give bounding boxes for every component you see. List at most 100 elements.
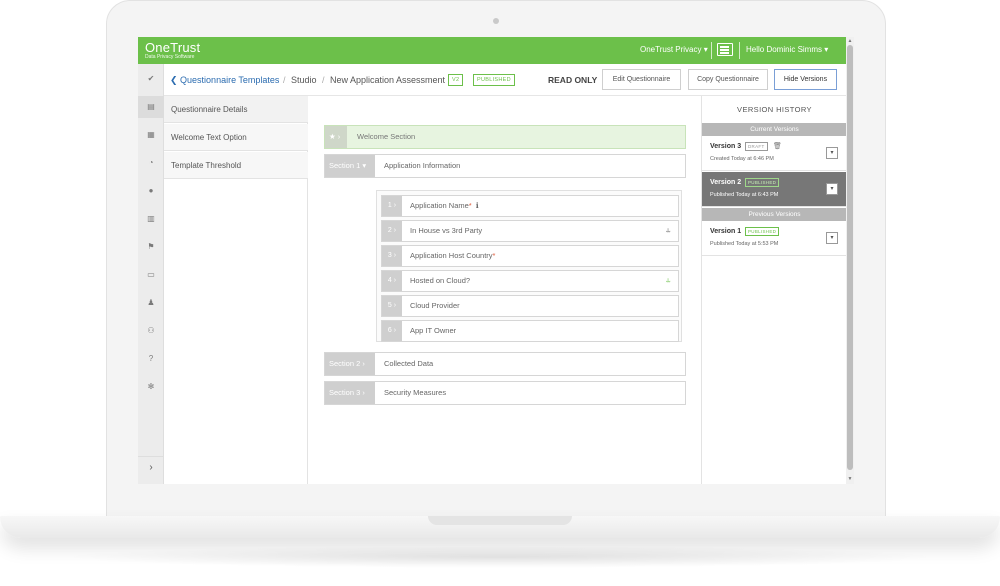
dashboard-icon[interactable]: ◔ xyxy=(138,152,164,174)
version-history-panel: VERSION HISTORY Current Versions Version… xyxy=(701,96,847,484)
question-row[interactable]: 3 › Application Host Country* xyxy=(381,245,679,267)
laptop-mockup: OneTrust Data Privacy Software OneTrust … xyxy=(0,0,1000,586)
list-icon[interactable] xyxy=(717,43,733,56)
laptop-notch xyxy=(428,516,572,525)
check-icon[interactable]: ✔ xyxy=(138,68,164,90)
section-2[interactable]: Section 2 › Collected Data xyxy=(324,352,686,376)
icon-rail: ✔ ▤ ▦ ◔ ● ▥ ⚑ ▭ ♟ ⚇ ? ✻ › xyxy=(138,64,164,484)
breadcrumb-separator: / xyxy=(322,75,325,85)
required-marker: * xyxy=(492,251,496,260)
breadcrumb-studio[interactable]: Studio xyxy=(291,75,317,85)
version-card[interactable]: Version 1 PUBLISHED Published Today at 5… xyxy=(702,221,847,256)
version-name: Version 2 xyxy=(710,179,742,186)
question-number: 2 › xyxy=(382,221,402,241)
question-label: Application Name* ℹ xyxy=(410,201,479,210)
help-icon[interactable]: ? xyxy=(138,348,164,370)
privacy-menu[interactable]: OneTrust Privacy ▾ xyxy=(640,45,708,54)
section-3[interactable]: Section 3 › Security Measures xyxy=(324,381,686,405)
question-label: App IT Owner xyxy=(410,326,457,335)
question-number: 1 › xyxy=(382,196,402,216)
chevron-down-icon[interactable]: ▾ xyxy=(826,232,838,244)
read-only-label: READ ONLY xyxy=(548,75,598,85)
edit-questionnaire-button[interactable]: Edit Questionnaire xyxy=(602,69,681,90)
divider xyxy=(711,42,712,59)
flag-icon[interactable]: ⚑ xyxy=(138,236,164,258)
question-number: 3 › xyxy=(382,246,402,266)
welcome-section[interactable]: ★ › Welcome Section xyxy=(324,125,686,149)
required-marker: * xyxy=(468,201,472,210)
version-card[interactable]: Version 2 PUBLISHED Published Today at 6… xyxy=(702,172,847,207)
copy-questionnaire-button[interactable]: Copy Questionnaire xyxy=(688,69,768,90)
section-label: Security Measures xyxy=(384,388,447,397)
status-badge: DRAFT xyxy=(745,142,768,151)
info-icon[interactable]: ℹ xyxy=(476,201,479,210)
version-tag: V2 xyxy=(448,74,464,86)
top-bar: OneTrust Data Privacy Software OneTrust … xyxy=(138,37,854,64)
breadcrumb-templates[interactable]: ❮ Questionnaire Templates xyxy=(170,75,279,86)
question-label: Cloud Provider xyxy=(410,301,460,310)
version-date: Published Today at 5:53 PM xyxy=(710,241,779,247)
table-icon[interactable]: ▥ xyxy=(138,208,164,230)
version-name: Version 3 xyxy=(710,143,742,150)
question-row[interactable]: 5 › Cloud Provider xyxy=(381,295,679,317)
breadcrumb-separator: / xyxy=(283,75,286,85)
star-icon: ★ › xyxy=(325,126,347,148)
version-date: Published Today at 6:43 PM xyxy=(710,192,779,198)
grid-icon[interactable]: ▦ xyxy=(138,124,164,146)
breadcrumb-assessment: New Application Assessment xyxy=(330,75,446,85)
folder-icon[interactable]: ▭ xyxy=(138,264,164,286)
document-icon[interactable]: ▤ xyxy=(138,96,164,118)
branch-logic-icon[interactable]: ⥿ xyxy=(666,275,671,285)
status-badge: PUBLISHED xyxy=(745,227,780,236)
branch-logic-icon[interactable]: ⥿ xyxy=(666,225,671,235)
question-row[interactable]: 4 › Hosted on Cloud? ⥿ xyxy=(381,270,679,292)
status-badge: PUBLISHED xyxy=(745,178,780,187)
users-icon[interactable]: ⚇ xyxy=(138,320,164,342)
scroll-down-icon[interactable]: ▼ xyxy=(846,476,854,482)
version-card[interactable]: Version 3 DRAFT 🗑 Created Today at 6:46 … xyxy=(702,136,847,171)
chevron-down-icon[interactable]: ▾ xyxy=(826,183,838,195)
logo[interactable]: OneTrust xyxy=(145,40,200,55)
questionnaire-canvas: ★ › Welcome Section Section 1 ▾ Applicat… xyxy=(308,96,701,484)
section-1[interactable]: Section 1 ▾ Application Information xyxy=(324,154,686,178)
camera-icon xyxy=(493,18,499,24)
hide-versions-button[interactable]: Hide Versions xyxy=(774,69,837,90)
questionnaire-nav: Questionnaire Details Welcome Text Optio… xyxy=(164,96,308,484)
app-screen: OneTrust Data Privacy Software OneTrust … xyxy=(138,37,854,484)
scroll-thumb[interactable] xyxy=(847,45,853,470)
breadcrumb-bar: ❮ Questionnaire Templates / Studio / New… xyxy=(164,64,846,96)
laptop-shadow xyxy=(60,546,940,568)
scrollbar[interactable]: ▲ ▼ xyxy=(846,37,854,484)
nav-welcome-text-option[interactable]: Welcome Text Option xyxy=(164,124,308,151)
nav-template-threshold[interactable]: Template Threshold xyxy=(164,152,308,179)
current-versions-header: Current Versions xyxy=(702,123,847,136)
gear-icon[interactable]: ✻ xyxy=(138,376,164,398)
question-row[interactable]: 6 › App IT Owner xyxy=(381,320,679,342)
scroll-up-icon[interactable]: ▲ xyxy=(846,38,854,44)
previous-versions-header: Previous Versions xyxy=(702,208,847,221)
question-number: 5 › xyxy=(382,296,402,316)
question-row[interactable]: 1 › Application Name* ℹ xyxy=(381,195,679,217)
globe-icon[interactable]: ● xyxy=(138,180,164,202)
user-menu[interactable]: Hello Dominic Simms ▾ xyxy=(746,45,828,54)
trash-icon[interactable]: 🗑 xyxy=(773,142,782,150)
logo-tagline: Data Privacy Software xyxy=(145,54,195,60)
version-date: Created Today at 6:46 PM xyxy=(710,156,774,162)
section-tab: Section 1 ▾ xyxy=(325,155,375,177)
question-label: In House vs 3rd Party xyxy=(410,226,483,235)
question-label: Hosted on Cloud? xyxy=(410,276,471,285)
user-icon[interactable]: ♟ xyxy=(138,292,164,314)
question-row[interactable]: 2 › In House vs 3rd Party ⥿ xyxy=(381,220,679,242)
version-name: Version 1 xyxy=(710,228,742,235)
section-label: Collected Data xyxy=(384,359,434,368)
chevron-down-icon[interactable]: ▾ xyxy=(826,147,838,159)
section-tab: Section 3 › xyxy=(325,382,375,404)
divider xyxy=(739,42,740,59)
section-tab: Section 2 › xyxy=(325,353,375,375)
section-label: Application Information xyxy=(384,161,461,170)
nav-questionnaire-details[interactable]: Questionnaire Details xyxy=(164,96,308,123)
chevron-right-icon[interactable]: › xyxy=(138,456,164,478)
question-group: 1 › Application Name* ℹ 2 › In House vs … xyxy=(376,190,682,342)
question-number: 4 › xyxy=(382,271,402,291)
status-badge: PUBLISHED xyxy=(473,74,515,86)
